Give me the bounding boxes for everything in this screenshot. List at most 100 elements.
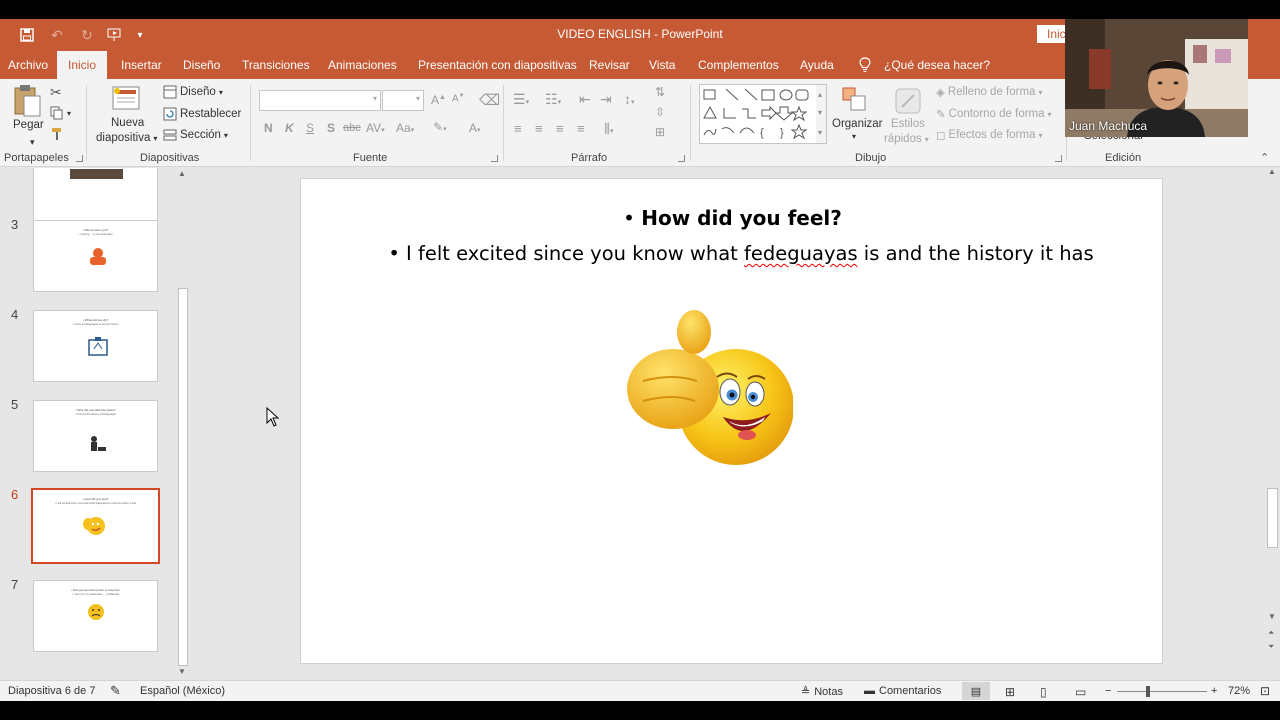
zoom-out-icon[interactable]: − [1105,685,1111,697]
strikethrough-button[interactable]: abc [343,122,361,134]
slide-thumbnail-7[interactable]: • Did you send the photo to anyone? • I … [33,580,158,652]
bold-button[interactable]: N [264,121,273,135]
normal-view-icon[interactable]: ▤ [962,682,990,700]
zoom-level[interactable]: 72% [1228,685,1250,697]
shape-fill-button[interactable]: ◈ Relleno de forma ▾ [936,85,1042,99]
next-slide-icon[interactable]: ⏷ [1268,642,1274,652]
align-right-icon[interactable]: ≡ [556,121,564,136]
numbering-icon[interactable]: ☷▾ [545,91,561,108]
arrange-button[interactable]: Organizar [832,118,883,130]
slideshow-view-icon[interactable]: ▭ [1075,685,1086,699]
tab-vista[interactable]: Vista [649,51,675,79]
text-direction-icon[interactable]: ⇅ [655,85,665,99]
misspelled-word[interactable]: fedeguayas [744,242,858,265]
zoom-slider-thumb[interactable] [1146,686,1150,697]
spellcheck-icon[interactable]: ✎ [110,683,121,699]
copy-icon[interactable]: ▾ [50,106,71,120]
paragraph-launcher-icon[interactable] [678,155,685,162]
layout-button[interactable]: Diseño ▾ [163,85,223,99]
paste-button[interactable]: Pegar [13,119,44,131]
character-spacing-icon[interactable]: AV▾ [366,121,385,135]
reading-view-icon[interactable]: ▯ [1040,685,1047,699]
tab-diseno[interactable]: Diseño [183,51,220,79]
scroll-down-icon[interactable]: ▼ [178,667,186,676]
shadow-button[interactable]: S [327,121,335,135]
shapes-gallery[interactable]: {} ▴ ▾ ▾ [699,84,827,144]
align-center-icon[interactable]: ≡ [535,121,543,136]
arrange-icon[interactable] [841,86,869,114]
new-slide-dropdown[interactable]: diapositiva ▾ [96,132,157,144]
cut-icon[interactable]: ✂ [50,84,62,101]
zoom-in-icon[interactable]: + [1211,685,1217,697]
slide-thumbnail-6-selected[interactable]: • How did you feel? • I felt excited sin… [31,488,160,564]
sign-in-button[interactable]: Inic [1037,25,1067,43]
align-left-icon[interactable]: ≡ [514,121,522,136]
underline-button[interactable]: S [306,121,314,135]
quick-styles-icon[interactable] [893,86,923,116]
shape-outline-button[interactable]: ✎ Contorno de forma ▾ [936,107,1052,121]
slide-sorter-view-icon[interactable]: ⊞ [1005,685,1015,699]
comments-button[interactable]: ▬ Comentarios [864,685,941,697]
slide-thumbnail-3[interactable]: • Where were you? • I visiting ... a mem… [33,220,158,292]
drawing-launcher-icon[interactable] [1055,155,1062,162]
tab-transiciones[interactable]: Transiciones [242,51,310,79]
clear-formatting-icon[interactable]: ⌫ [479,91,500,109]
quick-styles-label-1[interactable]: Estilos [891,118,925,130]
grow-font-icon[interactable]: A▲ [431,93,446,107]
scroll-up-icon[interactable]: ▲ [178,169,186,178]
slide-scrollbar-thumb[interactable] [1267,488,1278,548]
slide-scrollbar[interactable]: ▲ ▼ ⏶ ⏷ [1265,167,1280,678]
previous-slide-icon[interactable]: ⏶ [1268,628,1274,638]
tab-animaciones[interactable]: Animaciones [328,51,397,79]
slide-thumbnail-5[interactable]: • Why did you take the photo? • To know … [33,400,158,472]
section-button[interactable]: Sección ▾ [163,128,228,142]
format-painter-icon[interactable] [50,127,64,141]
thumbs-up-emoji-image[interactable] [623,307,794,472]
thumbnail-scrollbar[interactable]: ▲ ▼ [176,169,190,678]
align-text-icon[interactable]: ⇳ [655,105,665,119]
tab-insertar[interactable]: Insertar [121,51,162,79]
shrink-font-icon[interactable]: A▼ [452,93,465,104]
quick-styles-dropdown[interactable]: rápidos ▾ [884,133,929,145]
italic-button[interactable]: K [285,121,294,135]
tell-me-search[interactable]: ¿Qué desea hacer? [884,51,990,79]
font-size-combo[interactable]: ▾ [382,90,424,111]
line-spacing-icon[interactable]: ↕▾ [624,91,635,107]
highlight-icon[interactable]: ✎▾ [433,120,447,134]
shape-effects-button[interactable]: ◻ Efectos de forma ▾ [936,128,1043,142]
zoom-slider[interactable] [1117,686,1207,697]
columns-icon[interactable]: ⫼▾ [604,121,614,137]
scroll-down-icon[interactable]: ▼ [1268,612,1276,621]
reset-button[interactable]: Restablecer [163,107,241,121]
tab-revisar[interactable]: Revisar [589,51,630,79]
tab-ayuda[interactable]: Ayuda [800,51,834,79]
slide-body-text[interactable]: • I felt excited since you know what fed… [301,242,1181,265]
justify-icon[interactable]: ≡ [577,121,585,136]
slide-title[interactable]: • How did you feel? [301,206,1164,230]
tab-complementos[interactable]: Complementos [698,51,779,79]
new-slide-label-1[interactable]: Nueva [111,117,144,129]
smartart-icon[interactable]: ⊞ [655,125,665,139]
change-case-icon[interactable]: Aa▾ [396,121,414,135]
font-color-icon[interactable]: A▾ [469,121,481,135]
scroll-up-icon[interactable]: ▲ [1268,167,1276,176]
bullets-icon[interactable]: ☰▾ [513,91,529,108]
collapse-ribbon-icon[interactable]: ⌃ [1260,151,1269,164]
language-indicator[interactable]: Español (México) [140,685,225,697]
tab-presentacion[interactable]: Presentación con diapositivas [418,51,577,79]
paste-dropdown-icon[interactable]: ▾ [30,137,35,148]
increase-indent-icon[interactable]: ⇥ [600,91,612,108]
font-launcher-icon[interactable] [491,155,498,162]
tab-archivo[interactable]: Archivo [8,51,48,79]
new-slide-icon[interactable] [111,85,143,113]
slide-thumbnail-4[interactable]: • What did you do? • I went to fedeguaya… [33,310,158,382]
decrease-indent-icon[interactable]: ⇤ [579,91,591,108]
clipboard-launcher-icon[interactable] [76,155,83,162]
thumbnail-scrollbar-thumb[interactable] [178,288,188,666]
fit-to-window-icon[interactable]: ⊡ [1260,684,1270,698]
current-slide[interactable]: • How did you feel? • I felt excited sin… [300,178,1163,664]
notes-button[interactable]: ≜ Notas [801,685,843,699]
tab-inicio[interactable]: Inicio [57,51,108,79]
font-name-combo[interactable]: ▾ [259,90,381,111]
paste-icon[interactable] [12,84,42,118]
